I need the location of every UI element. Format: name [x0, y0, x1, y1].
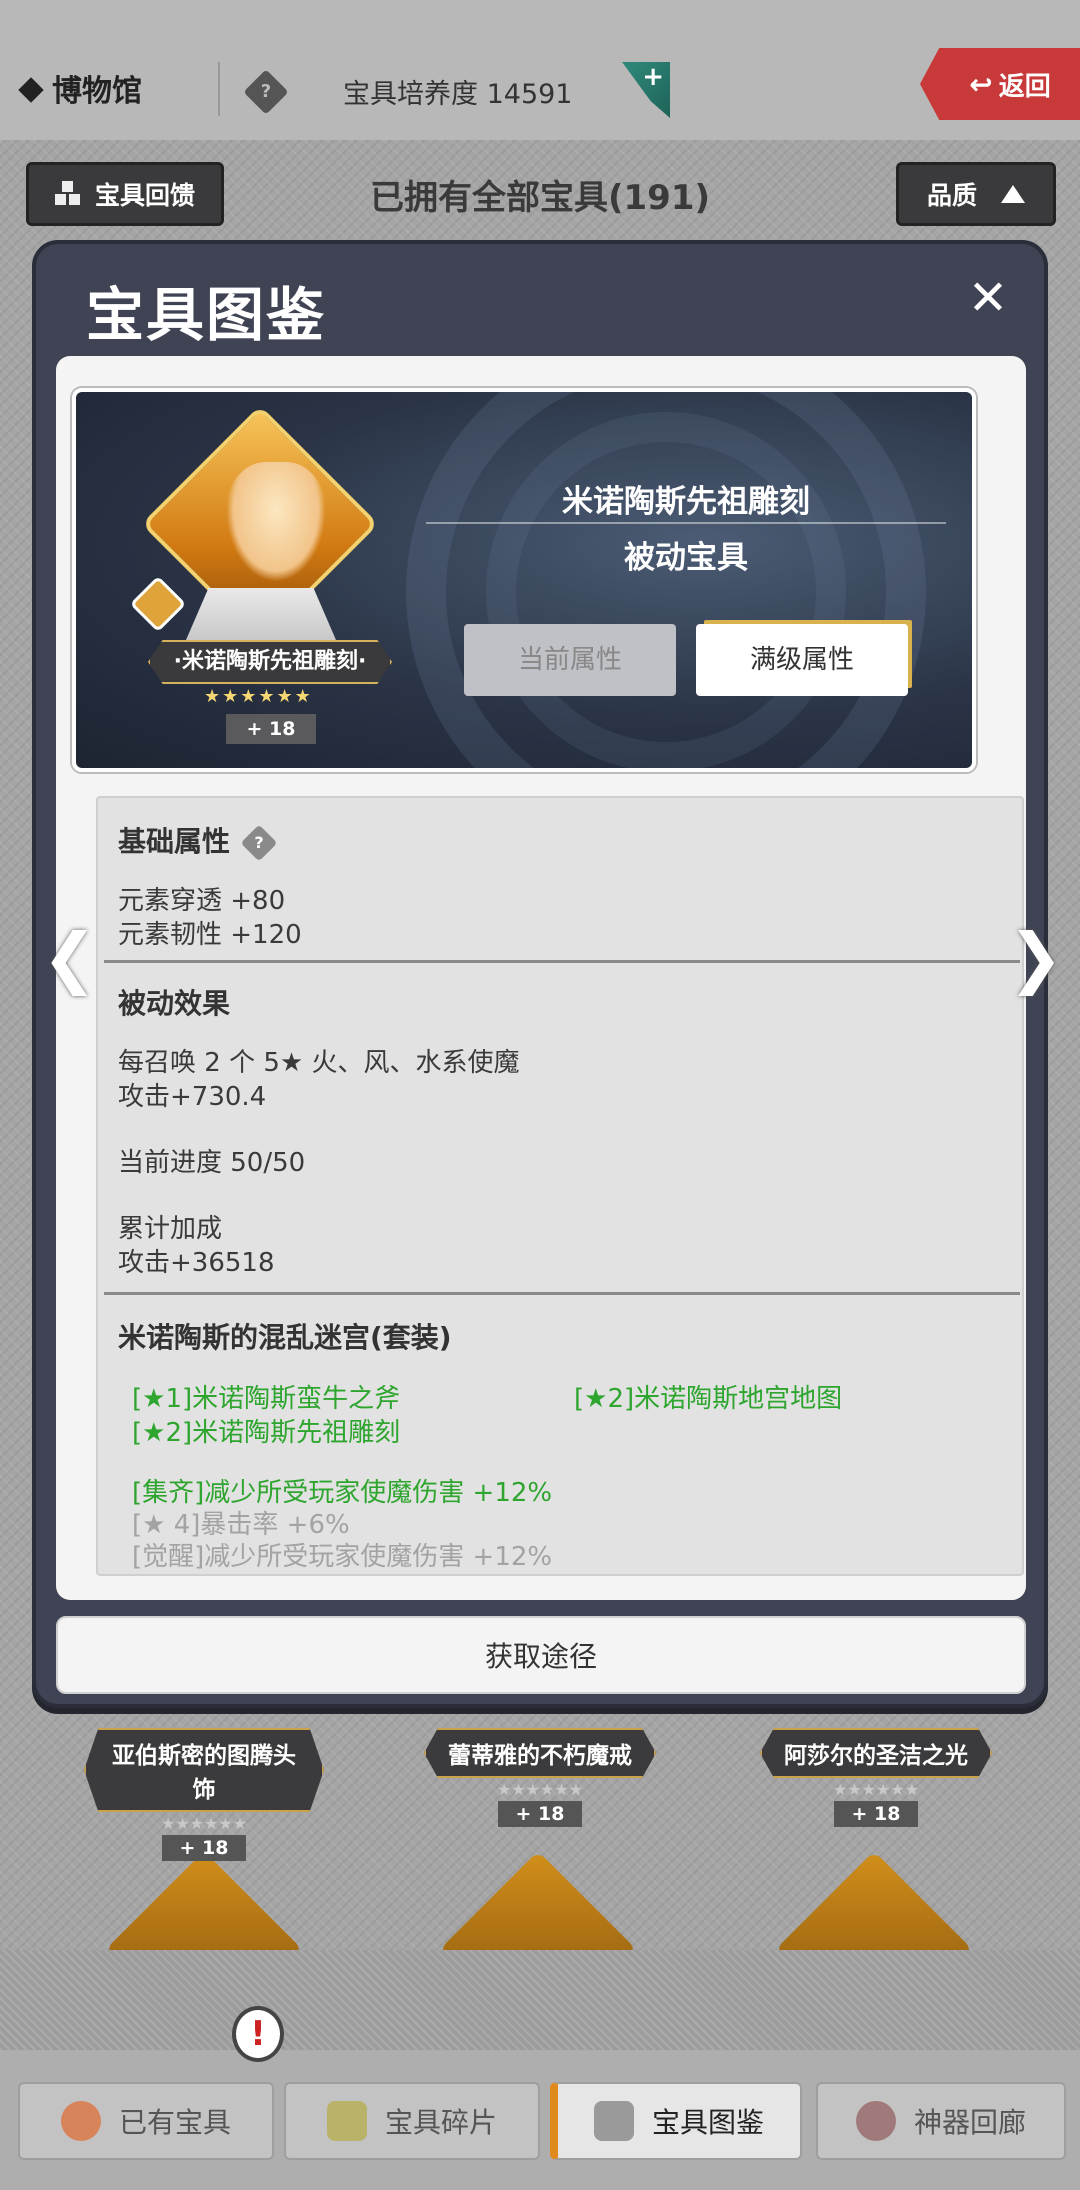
- pattern-strip: [0, 1950, 1080, 2050]
- relic-stars: ★★★★★★: [204, 686, 313, 707]
- relic-banner: ·米诺陶斯先祖雕刻· ★★★★★★ + 18 米诺陶斯先祖雕刻 被动宝具 当前属…: [72, 388, 976, 772]
- basic-attr-line: 元素韧性 +120: [118, 920, 302, 950]
- top-bar: 博物馆 ? 宝具培养度 14591 + ↩ 返回: [0, 0, 1080, 140]
- set-piece: [★2]米诺陶斯先祖雕刻: [132, 1418, 401, 1448]
- chevron-right-icon[interactable]: ❯: [1008, 918, 1063, 998]
- page-title: 博物馆: [18, 66, 142, 110]
- tab-relic-fragments[interactable]: 宝具碎片: [284, 2082, 540, 2160]
- close-icon[interactable]: ✕: [966, 274, 1010, 322]
- chevron-left-icon[interactable]: ❮: [42, 918, 97, 998]
- set-effect-inactive: [觉醒]减少所受玩家使魔伤害 +12%: [132, 1542, 553, 1572]
- attributes-panel[interactable]: 基础属性? 元素穿透 +80 元素韧性 +120 被动效果 每召唤 2 个 5★…: [96, 796, 1024, 1576]
- passive-attack: 攻击+730.4: [118, 1082, 267, 1112]
- passive-effect-title: 被动效果: [118, 987, 231, 1020]
- chest-icon: [60, 2101, 101, 2141]
- swirl-decoration: [486, 412, 846, 768]
- basic-attr-line: 元素穿透 +80: [118, 886, 286, 916]
- relic-type: 被动宝具: [624, 540, 748, 576]
- tab-artifact-gallery[interactable]: 神器回廊: [816, 2082, 1066, 2160]
- passive-desc: 每召唤 2 个 5★ 火、风、水系使魔: [118, 1048, 520, 1078]
- tab-owned-relics[interactable]: 已有宝具: [18, 2082, 274, 2160]
- relic-name: 米诺陶斯先祖雕刻: [562, 484, 810, 520]
- fragments-icon: [326, 2101, 367, 2141]
- relic-codex-modal: 宝具图鉴 ✕ ·米诺陶斯先祖雕刻· ★★★★★★ + 18 米诺陶斯先祖雕刻 被…: [32, 240, 1048, 1708]
- artifact-icon: [855, 2101, 896, 2141]
- passive-progress: 当前进度 50/50: [118, 1148, 306, 1178]
- section-divider: [104, 960, 1020, 963]
- back-button[interactable]: ↩ 返回: [920, 48, 1080, 120]
- link-badge-icon: [129, 575, 187, 633]
- quality-sort-button[interactable]: 品质: [896, 162, 1056, 226]
- diamond-icon: [18, 76, 44, 103]
- total-bonus-value: 攻击+36518: [118, 1248, 275, 1278]
- tab-max-attributes[interactable]: 满级属性: [696, 624, 908, 696]
- divider: [218, 62, 220, 116]
- total-bonus-label: 累计加成: [118, 1214, 223, 1244]
- section-divider: [104, 1292, 1020, 1295]
- basic-attributes-title: 基础属性?: [118, 820, 278, 862]
- relic-card[interactable]: 阿莎尔的圣洁之光 ★★★★★★ + 18: [756, 1728, 996, 1827]
- relic-statue-image: [226, 462, 326, 582]
- return-arrow-icon: ↩: [969, 67, 993, 101]
- sort-up-icon: [1001, 185, 1025, 203]
- plus-flag-button[interactable]: +: [622, 62, 670, 118]
- relic-card[interactable]: 亚伯斯密的图腾头饰 ★★★★★★ + 18: [84, 1728, 324, 1861]
- relic-pedestal: [186, 588, 336, 640]
- obtain-methods-button[interactable]: 获取途径: [56, 1616, 1026, 1694]
- title-divider: [426, 522, 946, 524]
- set-title: 米诺陶斯的混乱迷宫(套装): [118, 1321, 452, 1354]
- relic-nameplate: ·米诺陶斯先祖雕刻·: [148, 640, 392, 684]
- tab-current-attributes[interactable]: 当前属性: [464, 624, 676, 696]
- modal-title: 宝具图鉴: [86, 281, 327, 349]
- set-piece: [★1]米诺陶斯蛮牛之斧: [132, 1384, 401, 1414]
- set-piece: [★2]米诺陶斯地宫地图: [574, 1384, 843, 1414]
- cultivation-score: 宝具培养度 14591: [343, 79, 573, 110]
- help-icon[interactable]: ?: [243, 69, 289, 115]
- alert-icon: !: [232, 2006, 284, 2062]
- scroll-icon: [593, 2101, 634, 2141]
- tab-relic-codex[interactable]: 宝具图鉴: [550, 2082, 802, 2160]
- relic-level: + 18: [226, 714, 316, 744]
- relic-card[interactable]: 蕾蒂雅的不朽魔戒 ★★★★★★ + 18: [420, 1728, 660, 1827]
- help-icon[interactable]: ?: [240, 824, 278, 862]
